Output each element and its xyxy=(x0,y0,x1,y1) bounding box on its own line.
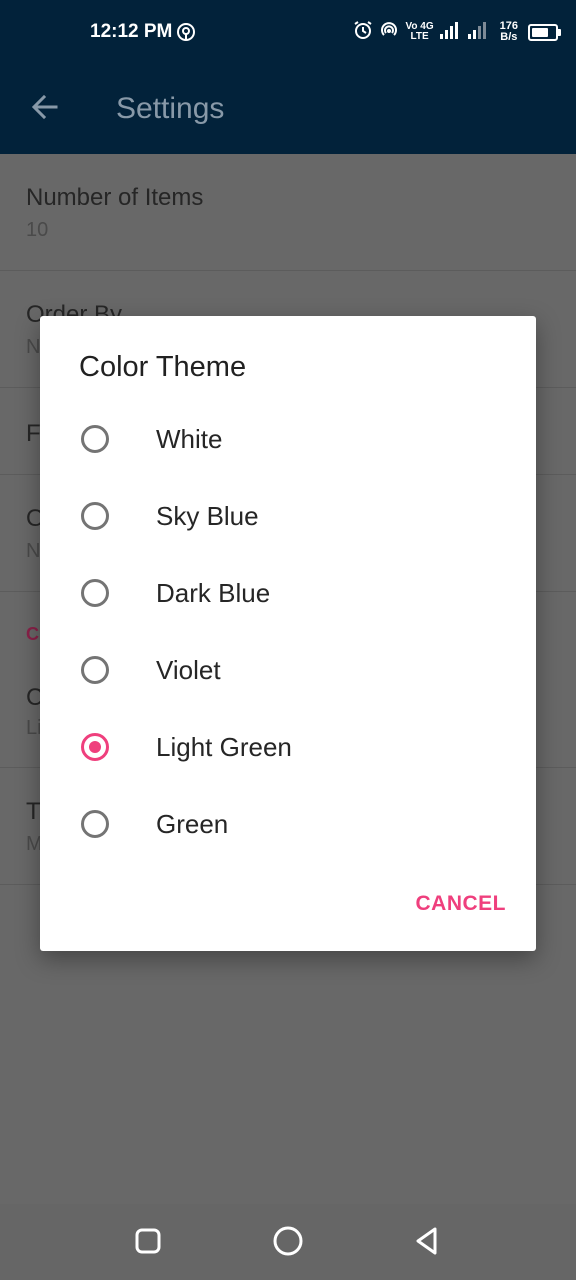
page-title: Settings xyxy=(116,92,225,125)
pref-number-of-items[interactable]: Number of Items 10 xyxy=(0,154,576,271)
battery-icon xyxy=(528,23,561,41)
option-label: Green xyxy=(156,809,229,839)
hotspot-icon xyxy=(176,22,196,42)
navigation-bar xyxy=(0,1204,576,1280)
pref-title: T xyxy=(26,798,41,825)
color-theme-dialog: Color Theme White Sky Blue Dark Blue Vio… xyxy=(40,316,536,951)
dialog-title: Color Theme xyxy=(79,351,247,383)
status-icons: Vo 4G LTE 176 B/s xyxy=(353,18,561,46)
radio-button[interactable] xyxy=(81,656,109,684)
option-label: Sky Blue xyxy=(156,501,259,531)
radio-button[interactable] xyxy=(81,425,109,453)
pref-title: F xyxy=(26,420,41,447)
back-triangle-icon xyxy=(413,1226,441,1261)
speed-unit: B/s xyxy=(500,31,518,43)
option-label: Dark Blue xyxy=(156,578,271,608)
option-label: Light Green xyxy=(156,732,292,762)
radio-button[interactable] xyxy=(81,579,109,607)
option-violet[interactable]: Violet xyxy=(40,633,536,710)
network-type: Vo 4G LTE xyxy=(405,22,433,42)
back-nav-button[interactable] xyxy=(410,1226,444,1260)
pref-summary: 10 xyxy=(26,219,49,241)
arrow-back-icon xyxy=(30,92,60,127)
option-green[interactable]: Green xyxy=(40,787,536,864)
status-time: 12:12 PM xyxy=(90,21,173,42)
radio-button-checked[interactable] xyxy=(81,733,109,761)
network-bottom: LTE xyxy=(410,31,429,42)
pref-summary: N xyxy=(26,540,41,562)
signal-icon xyxy=(439,21,462,44)
back-button[interactable] xyxy=(22,86,68,132)
pref-title: Number of Items xyxy=(26,184,204,211)
option-white[interactable]: White xyxy=(40,402,536,479)
home-button[interactable] xyxy=(271,1226,305,1260)
signal-icon-2 xyxy=(467,21,490,44)
option-dark-blue[interactable]: Dark Blue xyxy=(40,556,536,633)
network-speed: 176 B/s xyxy=(500,21,518,43)
recents-square-icon xyxy=(134,1227,162,1260)
radio-button[interactable] xyxy=(81,810,109,838)
pref-summary: N xyxy=(26,336,41,358)
status-bar: 12:12 PM Vo 4G LTE 176 B/s xyxy=(0,0,576,64)
recents-button[interactable] xyxy=(131,1226,165,1260)
option-light-green[interactable]: Light Green xyxy=(40,710,536,787)
radio-button[interactable] xyxy=(81,502,109,530)
option-label: Violet xyxy=(156,655,221,685)
cancel-button[interactable]: CANCEL xyxy=(416,892,507,916)
category-header: C xyxy=(26,624,39,644)
option-sky-blue[interactable]: Sky Blue xyxy=(40,479,536,556)
alarm-icon xyxy=(353,20,373,45)
home-circle-icon xyxy=(272,1225,304,1262)
wifi-hotspot-icon xyxy=(379,20,399,45)
app-bar: 12:12 PM Vo 4G LTE 176 B/s Settings xyxy=(0,0,576,154)
toolbar: Settings xyxy=(0,64,576,154)
option-label: White xyxy=(156,424,223,454)
